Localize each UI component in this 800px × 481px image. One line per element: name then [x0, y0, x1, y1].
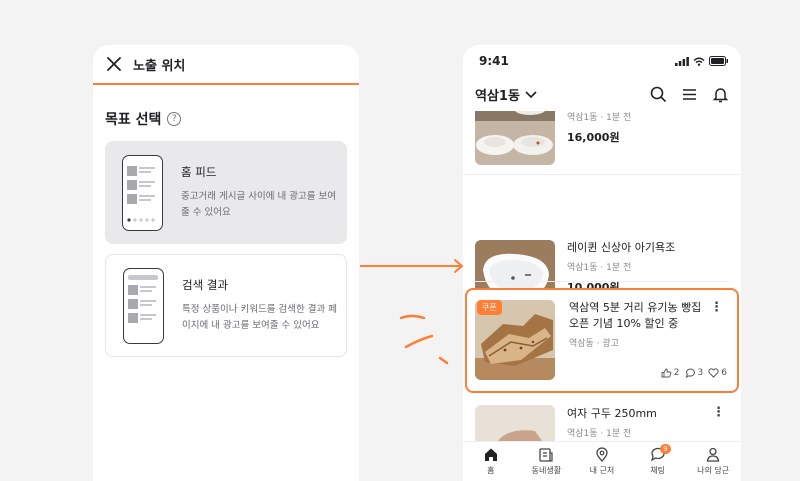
tab-home[interactable]: 홈: [466, 447, 516, 481]
list-item[interactable]: 역삼1동 · 1분 전 16,000원: [463, 111, 741, 175]
ad-title-line1: 역삼역 5분 거리 유기농 빵집: [569, 301, 702, 314]
chevron-down-icon: [525, 91, 537, 99]
wifi-icon: [693, 57, 705, 66]
tab-community[interactable]: 동네생활: [521, 447, 571, 481]
ad-title-line2: 오픈 기념 10% 할인 중: [569, 317, 679, 330]
tab-my-carrot[interactable]: 나의 당근: [688, 447, 738, 481]
search-icon[interactable]: [650, 86, 667, 103]
community-icon: [539, 448, 553, 462]
item-price: 16,000원: [567, 131, 620, 144]
product-image: [475, 111, 555, 165]
item-title: 여자 구두 250mm: [567, 407, 657, 420]
menu-icon[interactable]: [681, 86, 698, 103]
user-icon: [706, 447, 720, 462]
heart-icon: [708, 368, 719, 378]
more-options-icon[interactable]: ⋮: [712, 405, 725, 420]
bell-icon[interactable]: [712, 86, 729, 103]
app-header: 역삼1동: [463, 77, 741, 111]
item-meta: 역삼1동 · 1분 전: [567, 263, 632, 273]
chat-bubble-icon: [685, 368, 695, 378]
location-pin-icon: [596, 447, 608, 462]
chat-count: 3: [685, 368, 703, 378]
status-time: 9:41: [479, 54, 509, 68]
like-count: 6: [708, 368, 727, 378]
item-meta: 역삼1동 · 1분 전: [567, 429, 632, 439]
location-selector[interactable]: 역삼1동: [475, 85, 538, 104]
thumbs-up-icon: [661, 368, 672, 378]
more-options-icon[interactable]: ⋮: [710, 300, 723, 315]
chat-badge: 9: [660, 444, 671, 454]
item-meta: 역삼1동 · 1분 전: [567, 113, 632, 123]
list-item[interactable]: 여자 구두 250mm 역삼1동 · 1분 전 ⋮: [463, 402, 741, 442]
tab-chat[interactable]: 9 채팅: [633, 444, 683, 481]
thumbs-count: 2: [661, 368, 680, 378]
home-icon: [484, 448, 497, 461]
signal-icon: [675, 56, 689, 66]
phone-mockup: 9:41 역삼1동 역삼1동 · 1분 전 16,000원 레이퀸 신상아 아기…: [463, 45, 741, 481]
product-image: [475, 405, 555, 442]
battery-icon: [709, 56, 728, 66]
item-meta: 역삼동 · 광고: [569, 339, 619, 349]
coupon-badge: 쿠폰: [477, 300, 502, 315]
status-bar: 9:41: [463, 45, 741, 77]
item-title: 레이퀸 신상아 아기욕조: [567, 241, 676, 254]
ad-list-item[interactable]: 쿠폰 역삼역 5분 거리 유기농 빵집 오픈 기념 10% 할인 중 역삼동 ·…: [465, 288, 739, 393]
location-label: 역삼1동: [475, 88, 520, 104]
bottom-tab-bar: 홈 동네생활 내 근처 9 채팅 나의 당근: [463, 441, 741, 481]
tab-nearby[interactable]: 내 근처: [577, 447, 627, 481]
